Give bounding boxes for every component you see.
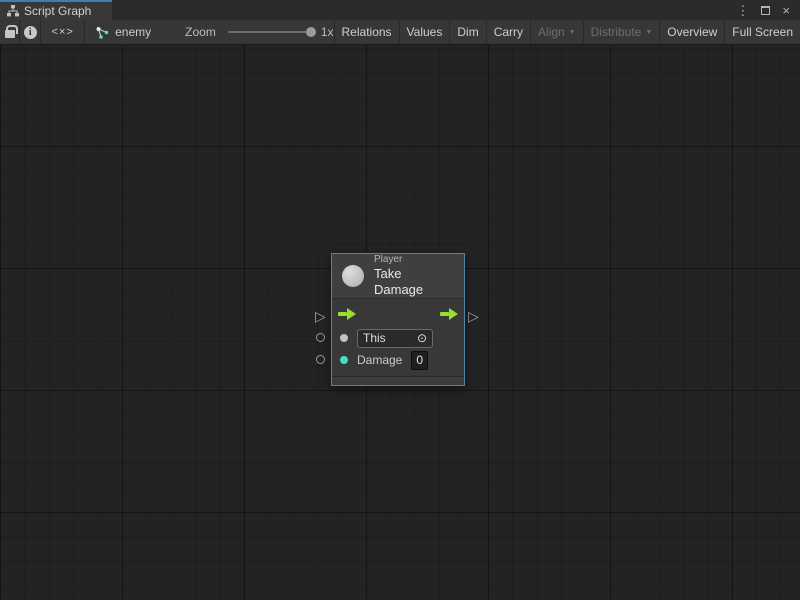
variables-button[interactable]: <×> [41, 20, 85, 44]
tab-script-graph[interactable]: Script Graph [0, 0, 112, 20]
sphere-icon [342, 265, 364, 287]
node-header[interactable]: Player Take Damage [332, 254, 464, 299]
chevron-down-icon: ▼ [645, 29, 652, 36]
inspect-button[interactable]: i [20, 20, 41, 44]
this-input-port[interactable] [316, 333, 325, 342]
flow-output-port[interactable]: ▷ [468, 309, 479, 323]
graph-toolbar: i <×> enemy Zoom 1x Relations Values Dim… [0, 20, 800, 45]
breadcrumb-label: enemy [115, 25, 151, 39]
values-button[interactable]: Values [399, 20, 450, 44]
distribute-button[interactable]: Distribute ▼ [583, 20, 660, 44]
this-port-row: This ⊙ [332, 327, 464, 349]
align-button[interactable]: Align ▼ [530, 20, 583, 44]
variables-icon: <×> [52, 26, 74, 38]
node-title: Take Damage [374, 266, 454, 299]
chevron-down-icon: ▼ [569, 29, 576, 36]
zoom-slider-handle[interactable] [306, 27, 316, 37]
damage-port-dot[interactable] [340, 356, 348, 364]
info-icon: i [24, 26, 37, 39]
damage-port-label: Damage [357, 353, 402, 367]
lock-button[interactable] [0, 20, 20, 44]
flow-out-arrow-icon[interactable] [440, 308, 458, 320]
graph-canvas[interactable]: ▷ ▷ Player Take Damage T [0, 45, 800, 600]
menu-icon[interactable]: ⋮ [736, 4, 749, 17]
carry-button[interactable]: Carry [486, 20, 530, 44]
take-damage-node[interactable]: Player Take Damage This ⊙ [331, 253, 465, 386]
zoom-value: 1x [321, 25, 334, 39]
overview-button[interactable]: Overview [659, 20, 724, 44]
script-graph-icon [7, 5, 19, 17]
tab-title: Script Graph [24, 4, 91, 18]
tab-bar-spacer [112, 0, 736, 20]
damage-value-field[interactable]: 0 [411, 351, 428, 370]
lock-icon [5, 30, 15, 38]
zoom-label: Zoom [185, 25, 216, 39]
this-field-value: This [363, 331, 386, 345]
dim-button[interactable]: Dim [449, 20, 485, 44]
toolbar-buttons: Relations Values Dim Carry Align ▼ Distr… [334, 20, 800, 44]
close-icon[interactable]: × [782, 4, 790, 17]
zoom-slider[interactable] [228, 31, 313, 33]
object-picker-icon[interactable]: ⊙ [417, 331, 427, 345]
maximize-icon[interactable] [761, 6, 770, 15]
this-object-field[interactable]: This ⊙ [357, 329, 433, 348]
graph-breadcrumb-icon [95, 25, 109, 39]
flow-row [332, 304, 464, 324]
full-screen-button[interactable]: Full Screen [724, 20, 800, 44]
tab-bar: Script Graph ⋮ × [0, 0, 800, 20]
node-footer [332, 376, 464, 385]
breadcrumb[interactable]: enemy [85, 20, 163, 44]
zoom-control: Zoom 1x [185, 20, 333, 44]
node-subtitle: Player [374, 254, 454, 267]
relations-button[interactable]: Relations [334, 20, 399, 44]
damage-port-row: Damage 0 [332, 349, 464, 371]
damage-input-port[interactable] [316, 355, 325, 364]
node-body: This ⊙ Damage 0 [332, 299, 464, 373]
flow-input-port[interactable]: ▷ [315, 309, 326, 323]
window-controls: ⋮ × [736, 0, 800, 20]
flow-in-arrow-icon[interactable] [338, 308, 356, 320]
this-port-dot[interactable] [340, 334, 348, 342]
